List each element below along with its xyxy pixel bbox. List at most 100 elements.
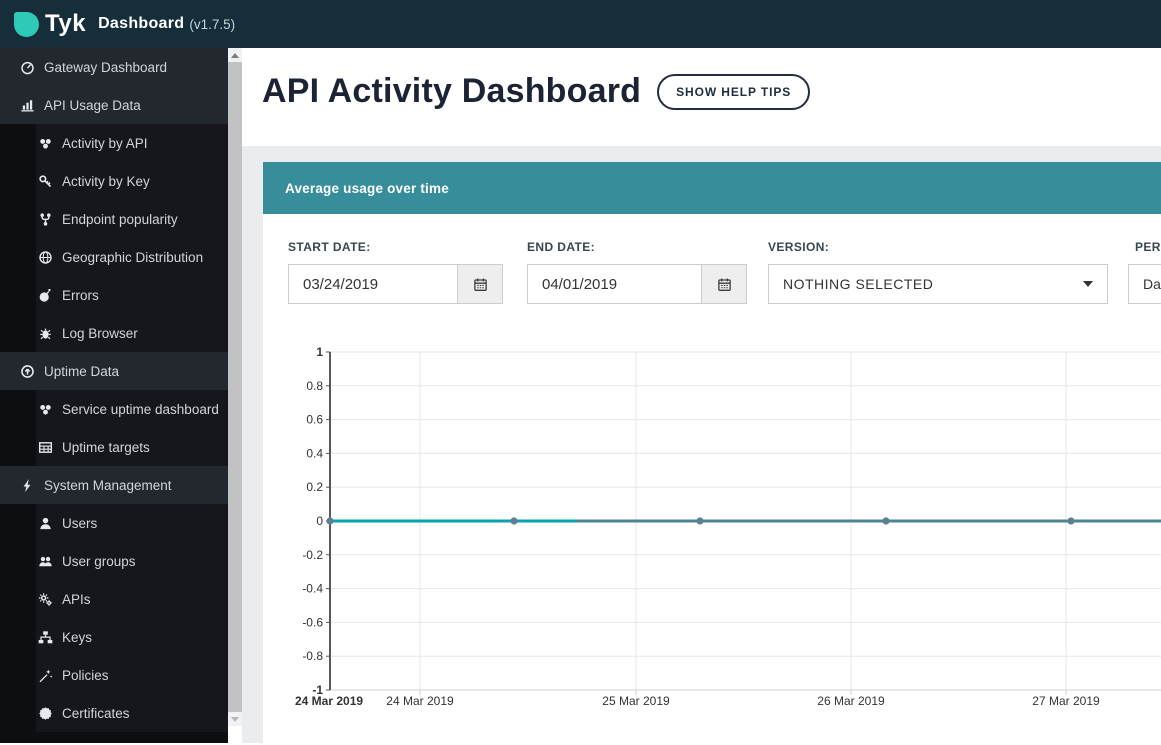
sidebar-item-label: System Management <box>44 477 172 493</box>
title-row: API Activity Dashboard SHOW HELP TIPS <box>262 72 811 111</box>
cogs-icon <box>37 591 53 607</box>
bug-icon <box>37 325 53 341</box>
version-select[interactable]: NOTHING SELECTED <box>768 264 1108 304</box>
product-name: Dashboard <box>98 15 185 32</box>
period-group: PERIOD: Daily <box>1128 240 1161 304</box>
svg-text:0.8: 0.8 <box>306 379 323 393</box>
usage-line-chart: 1 0.8 0.6 0.4 0.2 0 -0.2 -0.4 -0.6 -0.8 -1 24 Mar 2… <box>262 340 1161 743</box>
users-icon <box>37 553 53 569</box>
sidebar-item-errors[interactable]: Errors <box>36 276 228 314</box>
scrollbar-down-button[interactable] <box>228 712 242 726</box>
period-select[interactable]: Daily <box>1128 264 1161 304</box>
svg-text:0.6: 0.6 <box>306 413 323 427</box>
sidebar-item-uptime-data[interactable]: Uptime Data <box>0 352 228 390</box>
certificate-icon <box>37 705 53 721</box>
sidebar-item-label: Policies <box>62 667 109 683</box>
svg-text:-0.2: -0.2 <box>302 548 323 562</box>
version-label: VERSION: <box>768 240 830 254</box>
sitemap-icon <box>37 629 53 645</box>
svg-text:27 Mar 2019: 27 Mar 2019 <box>1032 694 1100 708</box>
user-icon <box>37 515 53 531</box>
svg-text:-0.4: -0.4 <box>302 582 323 596</box>
end-date-calendar-button[interactable] <box>702 264 747 304</box>
end-date-input[interactable] <box>527 264 702 304</box>
scrollbar-up-button[interactable] <box>228 48 242 62</box>
app-header: Tyk Dashboard (v1.7.5) <box>0 0 1161 48</box>
sidebar-item-label: Activity by API <box>62 135 148 151</box>
gauge-icon <box>19 59 35 75</box>
sidebar-item-system-management[interactable]: System Management <box>0 466 228 504</box>
svg-text:-0.6: -0.6 <box>302 615 323 629</box>
version-selected-value: NOTHING SELECTED <box>783 276 934 292</box>
bomb-icon <box>37 287 53 303</box>
period-selected-value: Daily <box>1143 276 1161 292</box>
svg-text:-0.8: -0.8 <box>302 649 323 663</box>
sidebar-item-activity-by-api[interactable]: Activity by API <box>36 124 228 162</box>
sidebar-item-apis[interactable]: APIs <box>36 580 228 618</box>
arrow-up-circle-icon <box>19 363 35 379</box>
cluster-icon <box>37 135 53 151</box>
sidebar-item-label: Geographic Distribution <box>62 249 204 265</box>
sidebar-item-label: Errors <box>62 287 99 303</box>
sidebar-item-label: Uptime Data <box>44 363 120 379</box>
sidebar-item-label: User groups <box>62 553 136 569</box>
sidebar-item-keys[interactable]: Keys <box>36 618 228 656</box>
wand-icon <box>37 667 53 683</box>
sidebar-item-service-uptime-dashboard[interactable]: Service uptime dashboard <box>36 390 228 428</box>
sidebar-item-label: Service uptime dashboard <box>62 401 219 417</box>
sidebar-item-label: Keys <box>62 629 93 645</box>
sidebar-item-label: Users <box>62 515 98 531</box>
brand-name: Tyk <box>45 10 87 37</box>
svg-text:0: 0 <box>316 514 323 528</box>
sidebar-item-endpoint-popularity[interactable]: Endpoint popularity <box>36 200 228 238</box>
sidebar-item-label: Gateway Dashboard <box>44 59 168 75</box>
sidebar-item-label: Uptime targets <box>62 439 150 455</box>
cluster-icon <box>37 401 53 417</box>
start-date-calendar-button[interactable] <box>458 264 503 304</box>
panel-header: Average usage over time <box>263 162 1161 214</box>
sidebar-item-policies[interactable]: Policies <box>36 656 228 694</box>
svg-text:1: 1 <box>316 345 323 359</box>
table-icon <box>37 439 53 455</box>
sidebar-nav: Gateway Dashboard API Usage Data Activity … <box>0 48 228 743</box>
sidebar-item-api-usage-data[interactable]: API Usage Data <box>0 86 228 124</box>
sidebar-item-users[interactable]: Users <box>36 504 228 542</box>
start-date-input[interactable] <box>288 264 458 304</box>
sidebar-item-label: Endpoint popularity <box>62 211 178 227</box>
end-date-label: END DATE: <box>527 240 596 254</box>
sidebar-item-activity-by-key[interactable]: Activity by Key <box>36 162 228 200</box>
scrollbar-thumb[interactable] <box>228 62 242 712</box>
period-label: PERIOD: <box>1135 240 1161 254</box>
sidebar-item-label: APIs <box>62 591 91 607</box>
sidebar-item-gateway-dashboard[interactable]: Gateway Dashboard <box>0 48 228 86</box>
show-help-tips-button[interactable]: SHOW HELP TIPS <box>657 73 811 110</box>
bar-chart-icon <box>19 97 35 113</box>
page-title: API Activity Dashboard <box>262 72 642 110</box>
sidebar-item-geographic-distribution[interactable]: Geographic Distribution <box>36 238 228 276</box>
sidebar-scrollbar[interactable] <box>228 48 242 726</box>
start-date-group: START DATE: <box>288 240 503 304</box>
svg-text:26 Mar 2019: 26 Mar 2019 <box>817 694 885 708</box>
sidebar-item-user-groups[interactable]: User groups <box>36 542 228 580</box>
sidebar-item-certificates[interactable]: Certificates <box>36 694 228 732</box>
svg-text:0.2: 0.2 <box>306 480 323 494</box>
code-fork-icon <box>37 211 53 227</box>
key-icon <box>37 173 53 189</box>
arrow-up-icon <box>231 52 239 58</box>
version-group: VERSION: NOTHING SELECTED <box>768 240 1108 304</box>
tyk-logo-icon <box>14 11 39 37</box>
svg-text:0.4: 0.4 <box>306 446 323 460</box>
end-date-group: END DATE: <box>527 240 747 304</box>
chevron-down-icon <box>1083 281 1093 287</box>
sidebar-item-label: Activity by Key <box>62 173 150 189</box>
calendar-icon <box>717 278 731 291</box>
calendar-icon <box>473 278 487 291</box>
bolt-icon <box>19 477 35 493</box>
product-version: (v1.7.5) <box>189 16 236 32</box>
sidebar-item-uptime-targets[interactable]: Uptime targets <box>36 428 228 466</box>
svg-text:25 Mar 2019: 25 Mar 2019 <box>602 694 670 708</box>
sidebar-item-label: Log Browser <box>62 325 138 341</box>
sidebar-item-log-browser[interactable]: Log Browser <box>36 314 228 352</box>
sidebar-item-label: Certificates <box>62 705 130 721</box>
globe-icon <box>37 249 53 265</box>
